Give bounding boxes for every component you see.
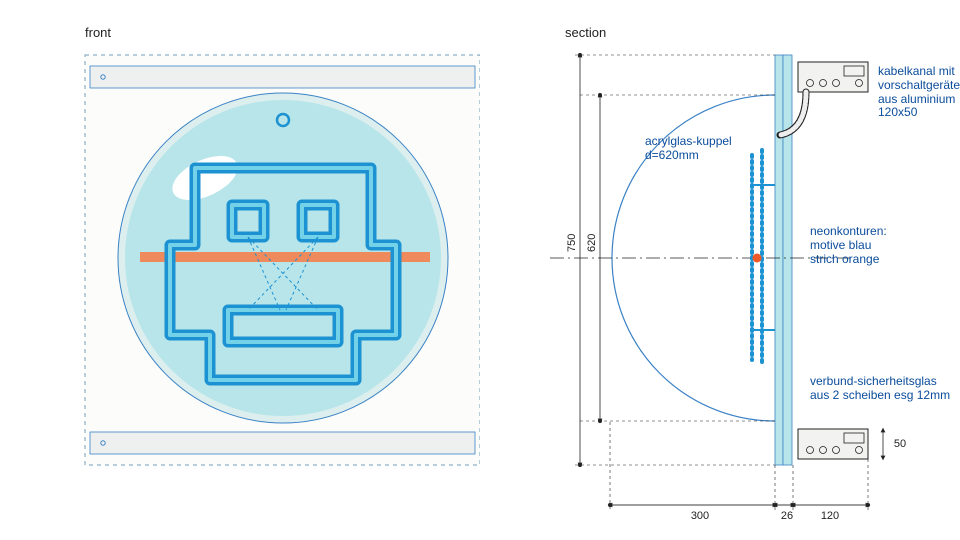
dim-620: 620 xyxy=(586,234,598,252)
kabelkanal-top xyxy=(798,62,868,92)
dim-120: 120 xyxy=(810,510,850,522)
t: motive blau xyxy=(810,238,871,252)
t: aus aluminium 120x50 xyxy=(878,92,955,120)
dim-50: 50 xyxy=(890,438,910,450)
front-view xyxy=(0,0,480,540)
dim-750: 750 xyxy=(566,234,578,252)
t: aus 2 scheiben esg 12mm xyxy=(810,388,950,402)
t: kabelkanal mit xyxy=(878,64,955,78)
kabelkanal-bottom xyxy=(798,429,868,459)
dim-300: 300 xyxy=(680,510,720,522)
t: d=620mm xyxy=(645,148,699,162)
label-neon: neonkonturen: motive blau strich orange xyxy=(810,225,887,266)
label-vsg: verbund-sicherheitsglas aus 2 scheiben e… xyxy=(810,375,950,403)
t: acrylglas-kuppel xyxy=(645,134,732,148)
label-kabelkanal: kabelkanal mit vorschaltgeräten aus alum… xyxy=(878,65,958,120)
t: strich orange xyxy=(810,252,879,266)
t: vorschaltgeräten xyxy=(878,78,960,92)
dim-26: 26 xyxy=(777,510,797,522)
t: neonkonturen: xyxy=(810,224,887,238)
t: verbund-sicherheitsglas xyxy=(810,374,937,388)
label-acryl-dome: acrylglas-kuppel d=620mm xyxy=(645,135,732,163)
